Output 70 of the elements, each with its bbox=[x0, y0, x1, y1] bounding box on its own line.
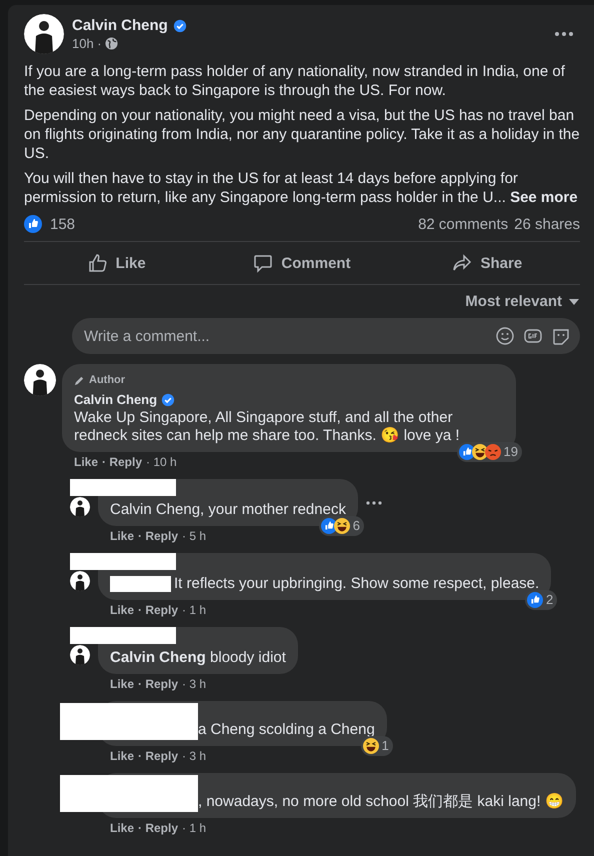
shares-count[interactable]: 26 shares bbox=[514, 216, 580, 232]
laughing-reaction-icon bbox=[334, 518, 350, 534]
more-options-icon[interactable] bbox=[366, 500, 382, 504]
reply-link[interactable]: · Reply bbox=[138, 529, 178, 543]
comment-text: Calvin Cheng bloody idiot bbox=[110, 649, 286, 667]
laughing-reaction-icon bbox=[362, 738, 379, 754]
author-label: Author bbox=[89, 373, 126, 388]
comment-button[interactable]: Comment bbox=[209, 246, 395, 280]
post-paragraph: If you are a long-term pass holder of any nationality, now stranded in India, one of the easiest ways back to Singapore is through the US. For now. bbox=[24, 62, 566, 100]
reaction-count[interactable]: 158 bbox=[50, 216, 76, 232]
reaction-summary[interactable]: 2 bbox=[524, 590, 558, 610]
redaction-block bbox=[110, 576, 171, 592]
comment-time: · 5 h bbox=[182, 529, 206, 543]
like-link[interactable]: Like bbox=[110, 603, 134, 617]
comment-composer[interactable]: Write a comment... bbox=[72, 318, 580, 354]
reply-link[interactable]: · Reply bbox=[138, 821, 178, 835]
comment-time: · 3 h bbox=[182, 749, 206, 763]
avatar[interactable] bbox=[70, 571, 90, 591]
like-link[interactable]: Like bbox=[110, 529, 134, 543]
sort-dropdown[interactable]: Most relevant bbox=[465, 293, 562, 310]
comment-time: · 10 h bbox=[146, 455, 177, 469]
comment-field[interactable]: Write a comment... bbox=[82, 326, 486, 346]
commenter-name[interactable]: Calvin Cheng bbox=[74, 391, 158, 409]
avatar[interactable] bbox=[24, 364, 56, 396]
reply-link[interactable]: · Reply bbox=[138, 603, 178, 617]
reaction-summary[interactable]: 19 bbox=[456, 442, 522, 462]
thumbs-up-icon bbox=[88, 253, 108, 273]
more-options-icon[interactable] bbox=[554, 31, 574, 37]
globe-icon bbox=[104, 37, 118, 50]
reaction-summary[interactable]: 6 bbox=[318, 516, 364, 536]
smiley-icon[interactable] bbox=[496, 327, 514, 345]
like-link[interactable]: Like bbox=[110, 749, 134, 763]
share-arrow-icon bbox=[452, 253, 472, 273]
speech-bubble-icon bbox=[253, 253, 274, 273]
sticker-icon[interactable] bbox=[552, 327, 570, 345]
avatar[interactable] bbox=[70, 645, 90, 665]
like-reaction-icon bbox=[320, 518, 337, 534]
like-reaction-icon bbox=[526, 592, 543, 608]
comment-time: · 3 h bbox=[182, 677, 206, 691]
comment-text: a Cheng scolding a Cheng bbox=[198, 721, 375, 739]
angry-reaction-icon bbox=[484, 444, 501, 460]
comment-text: , nowadays, no more old school 我们都是 kaki lang! 😁 bbox=[198, 793, 564, 811]
comments-count[interactable]: 82 comments bbox=[418, 216, 508, 232]
reply-link[interactable]: · Reply bbox=[102, 455, 142, 469]
like-reaction-icon bbox=[458, 444, 475, 460]
reply-link[interactable]: · Reply bbox=[138, 677, 178, 691]
post-paragraph: Depending on your nationality, you might need a visa, but the US has no travel ban on flights originating from India, nor any quarantine policy. Take it as a holiday in the US. bbox=[24, 106, 580, 163]
like-button[interactable]: Like bbox=[24, 246, 210, 280]
share-button[interactable]: Share bbox=[394, 246, 580, 280]
reply-link[interactable]: · Reply bbox=[138, 749, 178, 763]
post-paragraph: You will then have to stay in the US for at least 14 days before applying for permission to return, like any Singapore long-term pass holder in the U... See more bbox=[24, 169, 579, 207]
comment-time: · 1 h bbox=[182, 821, 206, 835]
avatar[interactable] bbox=[70, 497, 90, 517]
laughing-reaction-icon bbox=[472, 444, 488, 460]
caret-icon[interactable] bbox=[568, 298, 580, 306]
like-link[interactable]: Like bbox=[110, 677, 134, 691]
reaction-summary[interactable]: 1 bbox=[360, 736, 393, 756]
pencil-icon bbox=[74, 374, 85, 386]
comment-time: · 1 h bbox=[182, 603, 206, 617]
avatar[interactable] bbox=[24, 14, 64, 54]
like-link[interactable]: Like bbox=[74, 455, 98, 469]
author-name[interactable]: Calvin Cheng bbox=[72, 17, 168, 34]
like-link[interactable]: Like bbox=[110, 821, 134, 835]
post-time[interactable]: 10h · bbox=[72, 36, 102, 51]
see-more-link[interactable]: See more bbox=[510, 189, 578, 206]
comment-text: Wake Up Singapore, All Singapore stuff, and all the other redneck sites can help me share too. Thanks. 😘 love ya ! bbox=[74, 409, 461, 445]
like-reaction-icon bbox=[24, 215, 42, 233]
comment-text: It reflects your upbringing. Show some respect, please. bbox=[174, 575, 540, 593]
gif-icon[interactable] bbox=[524, 327, 542, 345]
comment-text: Calvin Cheng, your mother redneck bbox=[110, 501, 346, 519]
